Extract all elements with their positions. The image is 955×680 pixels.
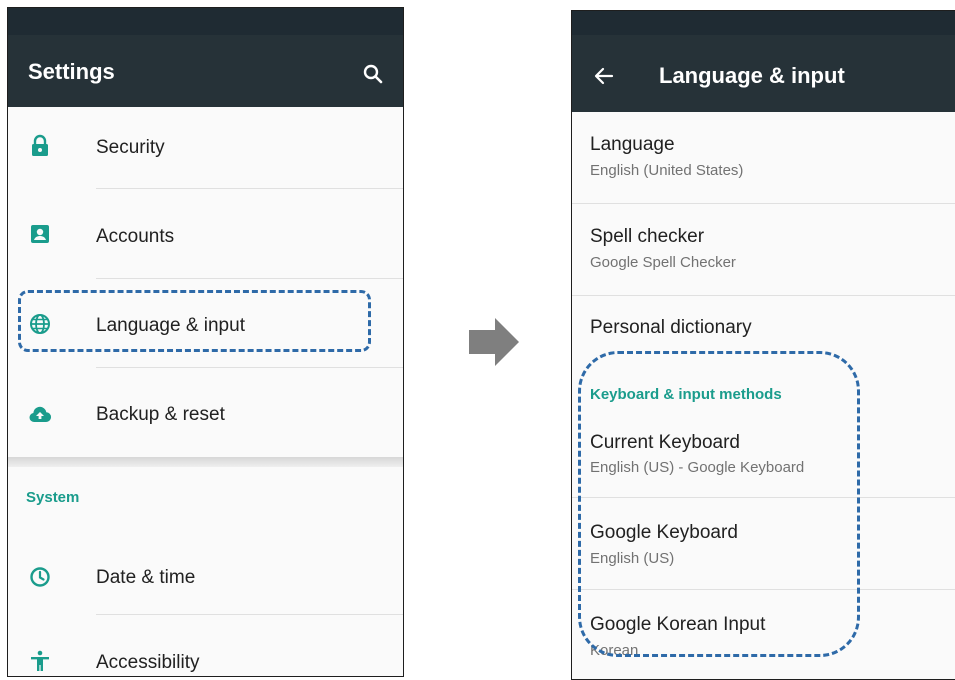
setting-spell-checker[interactable]: Spell checker Google Spell Checker [572,204,955,294]
setting-language[interactable]: Language English (United States) [572,112,955,203]
section-separator [8,457,403,467]
page-title: Settings [28,59,115,84]
divider [96,614,403,615]
setting-google-korean-input[interactable]: Google Korean Input Korean [572,590,955,679]
setting-title: Google Korean Input [590,614,766,635]
settings-item-label: Security [96,137,165,158]
status-bar [8,8,403,35]
settings-item-date-time[interactable]: Date & time [8,537,403,617]
search-icon[interactable] [361,62,385,86]
section-header-keyboard: Keyboard & input methods [590,386,782,403]
settings-screen: Settings Security Accounts Language & in… [7,7,404,677]
divider [96,188,403,189]
cloud-upload-icon [28,403,52,427]
account-box-icon [28,222,52,246]
setting-personal-dictionary[interactable]: Personal dictionary [572,296,955,368]
clock-icon [28,565,52,589]
setting-title: Language [590,134,675,155]
globe-icon [28,312,52,336]
settings-item-label: Backup & reset [96,404,225,425]
setting-subtitle: Google Spell Checker [590,254,736,271]
app-bar: Settings [8,35,403,107]
settings-item-label: Accounts [96,226,175,247]
settings-item-label: Accessibility [96,652,200,673]
divider [96,367,403,368]
settings-item-label: Language & input [96,315,245,336]
settings-item-language-input[interactable]: Language & input [8,285,403,374]
settings-item-label: Date & time [96,567,196,588]
arrow-right-icon [469,318,519,366]
setting-title: Google Keyboard [590,522,738,543]
system-list: System Date & time Accessibility [8,467,403,676]
setting-title: Spell checker [590,226,705,247]
setting-subtitle: English (US) [590,550,675,567]
settings-item-accounts[interactable]: Accounts [8,196,403,285]
divider [96,278,403,279]
status-bar [572,11,955,35]
settings-item-backup-reset[interactable]: Backup & reset [8,374,403,457]
settings-list: Security Accounts Language & input Backu… [8,107,403,457]
setting-title: Personal dictionary [590,317,752,338]
setting-google-keyboard[interactable]: Google Keyboard English (US) [572,498,955,588]
app-bar: Language & input [572,35,955,112]
setting-title: Current Keyboard [590,432,740,453]
language-input-screen: Language & input Language English (Unite… [571,10,955,680]
setting-current-keyboard[interactable]: Current Keyboard English (US) - Google K… [572,410,955,498]
language-input-list: Language English (United States) Spell c… [572,112,955,679]
settings-item-security[interactable]: Security [8,107,403,196]
setting-subtitle: English (US) - Google Keyboard [590,459,805,476]
lock-icon [28,134,52,158]
back-arrow-icon[interactable] [592,64,616,88]
page-title: Language & input [659,63,845,88]
setting-subtitle: English (United States) [590,162,744,179]
accessibility-icon [28,649,52,673]
settings-item-accessibility[interactable]: Accessibility [8,622,403,676]
setting-subtitle: Korean [590,642,639,659]
section-header-system: System [26,489,80,506]
